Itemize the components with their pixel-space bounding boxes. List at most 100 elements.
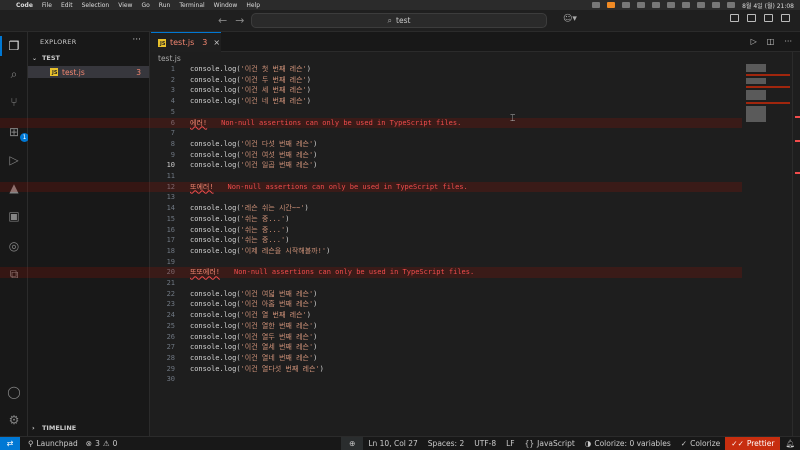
settings-gear-icon[interactable]: ⚙ — [6, 412, 22, 428]
code-line[interactable] — [190, 107, 742, 118]
colorize-toggle[interactable]: ✓ Colorize — [676, 437, 726, 450]
code-line[interactable]: console.log('이건 여섯 번째 레슨') — [190, 150, 742, 161]
tray-icon[interactable] — [652, 2, 661, 8]
breadcrumb[interactable]: test.js — [158, 54, 181, 63]
minimap[interactable] — [742, 64, 792, 124]
line-number[interactable]: 8 — [151, 139, 175, 150]
tray-icon[interactable] — [637, 2, 646, 8]
indentation[interactable]: Spaces: 2 — [423, 437, 469, 450]
folder-test[interactable]: ⌄ TEST — [32, 54, 148, 62]
menu-window[interactable]: Window — [214, 2, 238, 9]
prettier-status[interactable]: ✓✓ Prettier — [725, 436, 781, 450]
line-number[interactable]: 24 — [151, 310, 175, 321]
menu-selection[interactable]: Selection — [82, 2, 110, 9]
account-icon[interactable]: ◯ — [6, 384, 22, 400]
colorize-variables[interactable]: ◑ Colorize: 0 variables — [580, 437, 676, 450]
code-line[interactable] — [190, 192, 742, 203]
code-line[interactable]: console.log('이건 여덟 번째 레슨') — [190, 289, 742, 300]
code-line[interactable]: console.log('이건 열한 번째 레슨') — [190, 321, 742, 332]
code-line[interactable]: console.log('이건 다섯 번째 레슨') — [190, 139, 742, 150]
customize-layout-icon[interactable] — [730, 14, 739, 22]
code-line[interactable] — [190, 278, 742, 289]
code-line[interactable] — [190, 128, 742, 139]
control-center-icon[interactable] — [727, 2, 736, 8]
explorer-icon[interactable]: ❐ — [6, 38, 22, 54]
line-number[interactable]: 18 — [151, 246, 175, 257]
run-debug-icon[interactable]: ▷ — [6, 152, 22, 168]
close-icon[interactable]: × — [213, 38, 220, 47]
line-number[interactable]: 28 — [151, 353, 175, 364]
code-line[interactable]: console.log('쉬는 중...') — [190, 225, 742, 236]
toggle-panel-icon[interactable] — [764, 14, 773, 22]
line-number[interactable]: 10 — [151, 160, 175, 171]
code-line[interactable]: console.log('이제 레슨을 시작해볼까!') — [190, 246, 742, 257]
error-line[interactable]: 또또에러! Non-null assertions can only be use… — [0, 267, 742, 278]
line-number[interactable]: 22 — [151, 289, 175, 300]
code-line[interactable]: console.log('쉬는 중...') — [190, 235, 742, 246]
recording-tray-icon[interactable] — [607, 2, 616, 8]
error-line[interactable]: 에러! Non-null assertions can only be used … — [0, 117, 742, 129]
file-item-test-js[interactable]: JS test.js 3 — [28, 66, 149, 78]
end-of-line[interactable]: LF — [501, 437, 520, 450]
menu-run[interactable]: Run — [159, 2, 171, 9]
editor-scrollbar[interactable] — [792, 52, 800, 436]
tray-icon[interactable] — [592, 2, 601, 8]
more-actions-icon[interactable]: ··· — [784, 37, 792, 46]
launchpad-item[interactable]: ⚲ Launchpad — [28, 439, 78, 448]
line-number[interactable]: 26 — [151, 332, 175, 343]
code-line[interactable]: console.log('이건 세 번째 레슨') — [190, 85, 742, 96]
error-line[interactable]: 또에러! Non-null assertions can only be used… — [0, 181, 742, 193]
code-line[interactable] — [190, 171, 742, 182]
forward-arrow-icon[interactable]: → — [235, 14, 244, 27]
menu-view[interactable]: View — [118, 2, 132, 9]
search-icon[interactable]: ⌕ — [6, 66, 22, 82]
line-number[interactable]: 3 — [151, 85, 175, 96]
copilot-icon[interactable]: ☺▾ — [563, 14, 577, 24]
encoding[interactable]: UTF-8 — [469, 437, 501, 450]
remote-explorer-icon[interactable]: ◎ — [6, 238, 22, 254]
language-mode[interactable]: {} JavaScript — [520, 437, 580, 450]
more-actions-icon[interactable]: ··· — [132, 35, 141, 45]
line-number[interactable]: 14 — [151, 203, 175, 214]
battery-icon[interactable] — [682, 2, 691, 8]
tray-icon[interactable] — [622, 2, 631, 8]
menu-file[interactable]: File — [42, 2, 52, 9]
zoom-icon[interactable]: ⊕ — [341, 436, 364, 450]
menu-edit[interactable]: Edit — [61, 2, 73, 9]
line-number[interactable]: 30 — [151, 374, 175, 385]
code-line[interactable]: console.log('이건 열두 번째 레슨') — [190, 332, 742, 343]
line-number[interactable]: 2 — [151, 75, 175, 86]
line-number[interactable]: 16 — [151, 225, 175, 236]
line-number[interactable]: 4 — [151, 96, 175, 107]
menu-app-code[interactable]: Code — [16, 2, 33, 9]
line-number[interactable]: 15 — [151, 214, 175, 225]
line-number[interactable]: 21 — [151, 278, 175, 289]
tray-icon[interactable] — [667, 2, 676, 8]
toggle-primary-sidebar-icon[interactable] — [747, 14, 756, 22]
code-line[interactable]: console.log('이건 열세 번째 레슨') — [190, 342, 742, 353]
line-number[interactable]: 7 — [151, 128, 175, 139]
run-icon[interactable]: ▷ — [751, 37, 757, 46]
line-number[interactable]: 17 — [151, 235, 175, 246]
toggle-secondary-sidebar-icon[interactable] — [781, 14, 790, 22]
cursor-position[interactable]: Ln 10, Col 27 — [363, 437, 422, 450]
timeline-section[interactable]: › TIMELINE — [32, 424, 76, 432]
line-number[interactable]: 13 — [151, 192, 175, 203]
line-number[interactable]: 19 — [151, 257, 175, 268]
line-number[interactable]: 9 — [151, 150, 175, 161]
back-arrow-icon[interactable]: ← — [218, 14, 227, 27]
line-number[interactable]: 5 — [151, 107, 175, 118]
split-editor-icon[interactable]: ◫ — [767, 37, 775, 46]
remote-indicator-icon[interactable]: ⇄ — [0, 436, 20, 450]
code-line[interactable]: console.log('레슨 쉬는 시간~~') — [190, 203, 742, 214]
menu-go[interactable]: Go — [141, 2, 149, 9]
line-number[interactable]: 11 — [151, 171, 175, 182]
problems-item[interactable]: ⊗ 3 ⚠ 0 — [86, 439, 118, 448]
wifi-icon[interactable] — [697, 2, 706, 8]
menubar-clock[interactable]: 8월 4일 (월) 21:08 — [742, 1, 794, 10]
code-line[interactable] — [190, 257, 742, 268]
menu-terminal[interactable]: Terminal — [179, 2, 204, 9]
code-line[interactable]: console.log('이건 아홉 번째 레슨') — [190, 299, 742, 310]
code-line[interactable]: console.log('이건 열네 번째 레슨') — [190, 353, 742, 364]
code-line[interactable] — [190, 374, 742, 385]
